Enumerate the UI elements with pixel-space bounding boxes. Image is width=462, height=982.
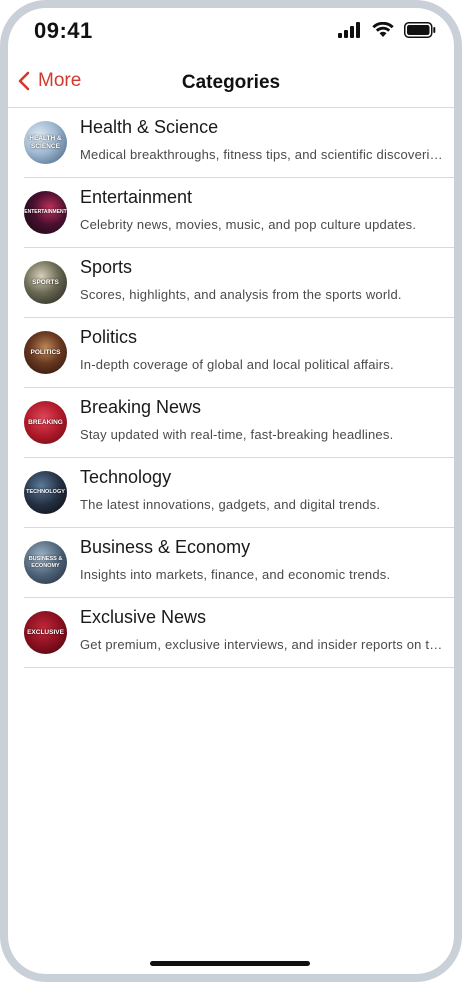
category-row-breaking-news[interactable]: BREAKING Breaking News Stay updated with… — [24, 388, 454, 458]
category-title: Health & Science — [80, 117, 219, 137]
cellular-signal-icon — [338, 22, 360, 38]
category-avatar: BUSINESS & ECONOMY — [24, 541, 67, 584]
category-subtitle: In-depth coverage of global and local po… — [80, 357, 394, 372]
category-subtitle: The latest innovations, gadgets, and dig… — [80, 497, 381, 512]
category-title: Politics — [80, 327, 138, 347]
category-title: Exclusive News — [80, 607, 207, 627]
category-title: Technology — [80, 467, 172, 487]
category-avatar: EXCLUSIVE — [24, 611, 67, 654]
battery-icon — [404, 22, 436, 38]
avatar-label: BUSINESS & ECONOMY — [28, 556, 63, 569]
category-row-politics[interactable]: POLITICS Politics In-depth coverage of g… — [24, 318, 454, 388]
category-row-entertainment[interactable]: ENTERTAINMENT Entertainment Celebrity ne… — [24, 178, 454, 248]
category-title: Sports — [80, 257, 133, 277]
category-subtitle: Insights into markets, finance, and econ… — [80, 567, 391, 582]
category-subtitle: Medical breakthroughs, fitness tips, and… — [80, 147, 444, 162]
screen: 09:41 More Categories HEALTH & SCIENCE H… — [8, 8, 454, 974]
page-title: Categories — [181, 72, 281, 93]
category-title: Breaking News — [80, 397, 202, 417]
category-subtitle: Scores, highlights, and analysis from th… — [80, 287, 402, 302]
wifi-icon — [372, 22, 394, 37]
category-avatar: HEALTH & SCIENCE — [24, 121, 67, 164]
category-row-technology[interactable]: TECHNOLOGY Technology The latest innovat… — [24, 458, 454, 528]
device-frame: 09:41 More Categories HEALTH & SCIENCE H… — [0, 0, 462, 982]
navigation-bar: More Categories — [8, 62, 454, 108]
avatar-label: POLITICS — [30, 348, 61, 356]
status-bar: 09:41 — [8, 8, 454, 62]
category-subtitle: Stay updated with real-time, fast-breaki… — [80, 427, 394, 442]
avatar-label: SPORTS — [32, 278, 59, 286]
category-title: Business & Economy — [80, 537, 251, 557]
avatar-label: BREAKING — [28, 418, 63, 426]
category-avatar: BREAKING — [24, 401, 67, 444]
category-row-exclusive-news[interactable]: EXCLUSIVE Exclusive News Get premium, ex… — [24, 598, 454, 668]
home-indicator[interactable] — [150, 961, 310, 966]
avatar-label: HEALTH & SCIENCE — [29, 135, 62, 150]
categories-list: HEALTH & SCIENCE Health & Science Medica… — [24, 108, 454, 668]
avatar-label: TECHNOLOGY — [26, 489, 65, 496]
category-avatar: SPORTS — [24, 261, 67, 304]
category-avatar: TECHNOLOGY — [24, 471, 67, 514]
status-time: 09:41 — [34, 18, 93, 43]
avatar-label: EXCLUSIVE — [27, 628, 64, 636]
category-subtitle: Get premium, exclusive interviews, and i… — [80, 637, 444, 652]
category-avatar: ENTERTAINMENT — [24, 191, 67, 234]
avatar-label: ENTERTAINMENT — [24, 208, 67, 215]
category-row-sports[interactable]: SPORTS Sports Scores, highlights, and an… — [24, 248, 454, 318]
category-title: Entertainment — [80, 187, 193, 207]
status-icons — [338, 22, 436, 38]
category-row-business-economy[interactable]: BUSINESS & ECONOMY Business & Economy In… — [24, 528, 454, 598]
category-avatar: POLITICS — [24, 331, 67, 374]
category-row-health-science[interactable]: HEALTH & SCIENCE Health & Science Medica… — [24, 108, 454, 178]
category-subtitle: Celebrity news, movies, music, and pop c… — [80, 217, 417, 232]
